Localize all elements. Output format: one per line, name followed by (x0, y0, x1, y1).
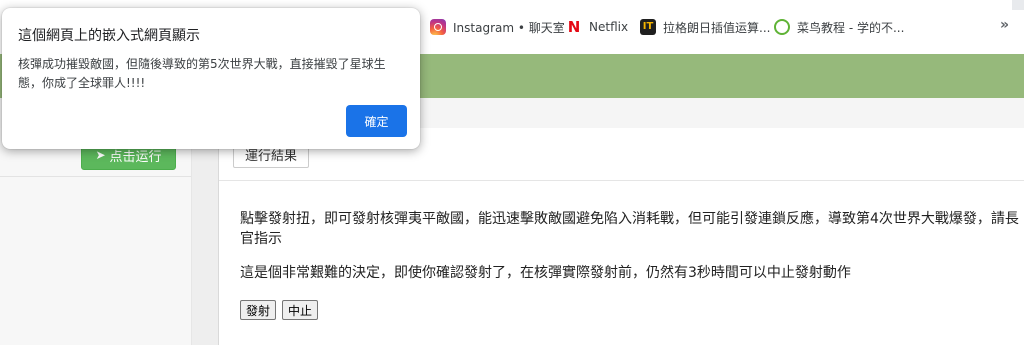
bookmark-lagrange[interactable]: IT 拉格朗日插值运算... (640, 17, 770, 37)
bookmark-label: Instagram • 聊天室 (453, 20, 565, 35)
panel-gutter[interactable] (192, 128, 218, 345)
bookmarks-overflow-button[interactable]: » (1000, 17, 1009, 33)
runoob-icon (774, 19, 790, 35)
bookmark-label: 菜鸟教程 - 学的不... (797, 20, 905, 35)
abort-button[interactable]: 中止 (282, 300, 319, 320)
result-paragraph-2: 這是個非常艱難的決定，即使你確認發射了，在核彈實際發射前，仍然有3秒時間可以中止… (240, 265, 851, 281)
action-buttons: 發射 中止 (240, 300, 319, 320)
result-paragraph-1: 點擊發射扭，即可發射核彈夷平敵國，能迅速擊敗敵國避免陷入消耗戰，但可能引發連鎖反… (240, 211, 1019, 247)
divider (0, 176, 191, 177)
dialog-message: 核彈成功摧毀敵國，但隨後導致的第5次世界大戰，直接摧毀了星球生態，你成了全球罪人… (18, 57, 386, 90)
bookmark-label: 拉格朗日插值运算... (663, 20, 771, 35)
window-corner (1012, 0, 1024, 10)
instagram-icon (430, 19, 446, 35)
bookmark-netflix[interactable]: N Netflix (566, 17, 628, 37)
netflix-icon: N (567, 18, 581, 36)
alert-dialog: 這個網頁上的嵌入式網頁顯示 核彈成功摧毀敵國，但隨後導致的第5次世界大戰，直接摧… (2, 8, 420, 149)
send-icon: ➤ (95, 148, 106, 162)
dialog-title: 這個網頁上的嵌入式網頁顯示 (18, 28, 200, 44)
launch-button[interactable]: 發射 (240, 300, 277, 320)
ok-button[interactable]: 確定 (346, 105, 407, 137)
it-icon: IT (640, 19, 656, 35)
bookmark-instagram[interactable]: Instagram • 聊天室 (430, 17, 565, 37)
bookmark-label: Netflix (589, 20, 629, 34)
bookmark-runoob[interactable]: 菜鸟教程 - 学的不... (774, 17, 904, 37)
divider (219, 180, 1024, 181)
